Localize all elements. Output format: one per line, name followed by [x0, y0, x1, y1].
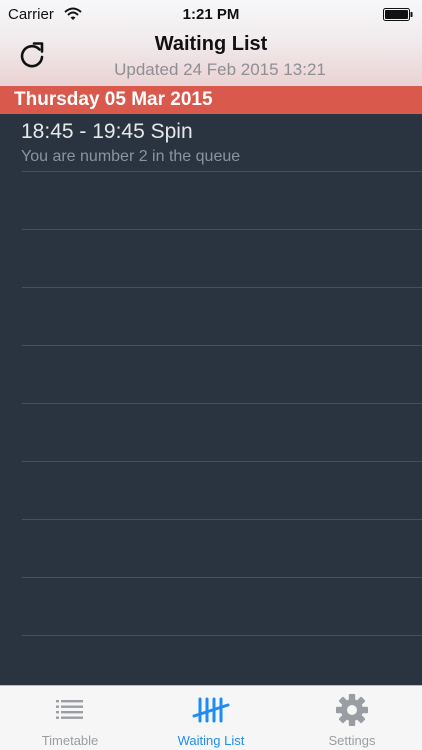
battery-icon	[383, 8, 413, 21]
class-time-title: 18:45 - 19:45 Spin	[21, 120, 193, 143]
list-icon	[50, 692, 90, 728]
empty-list-row	[0, 404, 422, 462]
empty-list-row	[0, 346, 422, 404]
tab-timetable[interactable]: Timetable	[0, 686, 140, 750]
empty-list-row	[0, 520, 422, 578]
empty-list-row	[0, 172, 422, 230]
tab-settings[interactable]: Settings	[282, 686, 422, 750]
date-section-label: Thursday 05 Mar 2015	[14, 89, 213, 110]
tab-waiting-list[interactable]: Waiting List	[141, 686, 281, 750]
empty-list-row	[0, 288, 422, 346]
status-time: 1:21 PM	[182, 6, 240, 23]
gear-icon	[332, 692, 372, 728]
tab-settings-label: Settings	[328, 733, 376, 748]
date-section-header: Thursday 05 Mar 2015	[0, 86, 422, 114]
queue-position-label: You are number 2 in the queue	[21, 148, 241, 165]
list-item[interactable]: 18:45 - 19:45 Spin You are number 2 in t…	[0, 114, 422, 172]
status-bar: Carrier 1:21 PM	[0, 0, 422, 30]
tally-icon	[191, 692, 231, 728]
page-title: Waiting List	[154, 33, 268, 55]
row-divider	[22, 635, 422, 636]
waiting-list-screen: Carrier 1:21 PM Waiting List Updated 24 …	[0, 0, 422, 750]
tab-waiting-list-label: Waiting List	[177, 733, 245, 748]
waiting-list[interactable]: 18:45 - 19:45 Spin You are number 2 in t…	[0, 114, 422, 685]
top-bar: Carrier 1:21 PM Waiting List Updated 24 …	[0, 0, 422, 86]
tab-bar: Timetable Waiting List Settings	[0, 685, 422, 750]
empty-list-row	[0, 462, 422, 520]
nav-bar: Waiting List Updated 24 Feb 2015 13:21	[0, 30, 422, 86]
nav-subtitle-wrap: Updated 24 Feb 2015 13:21	[0, 60, 422, 80]
last-updated-label: Updated 24 Feb 2015 13:21	[114, 60, 326, 79]
empty-list-row	[0, 578, 422, 636]
empty-list-row	[0, 230, 422, 288]
tab-timetable-label: Timetable	[41, 733, 99, 748]
